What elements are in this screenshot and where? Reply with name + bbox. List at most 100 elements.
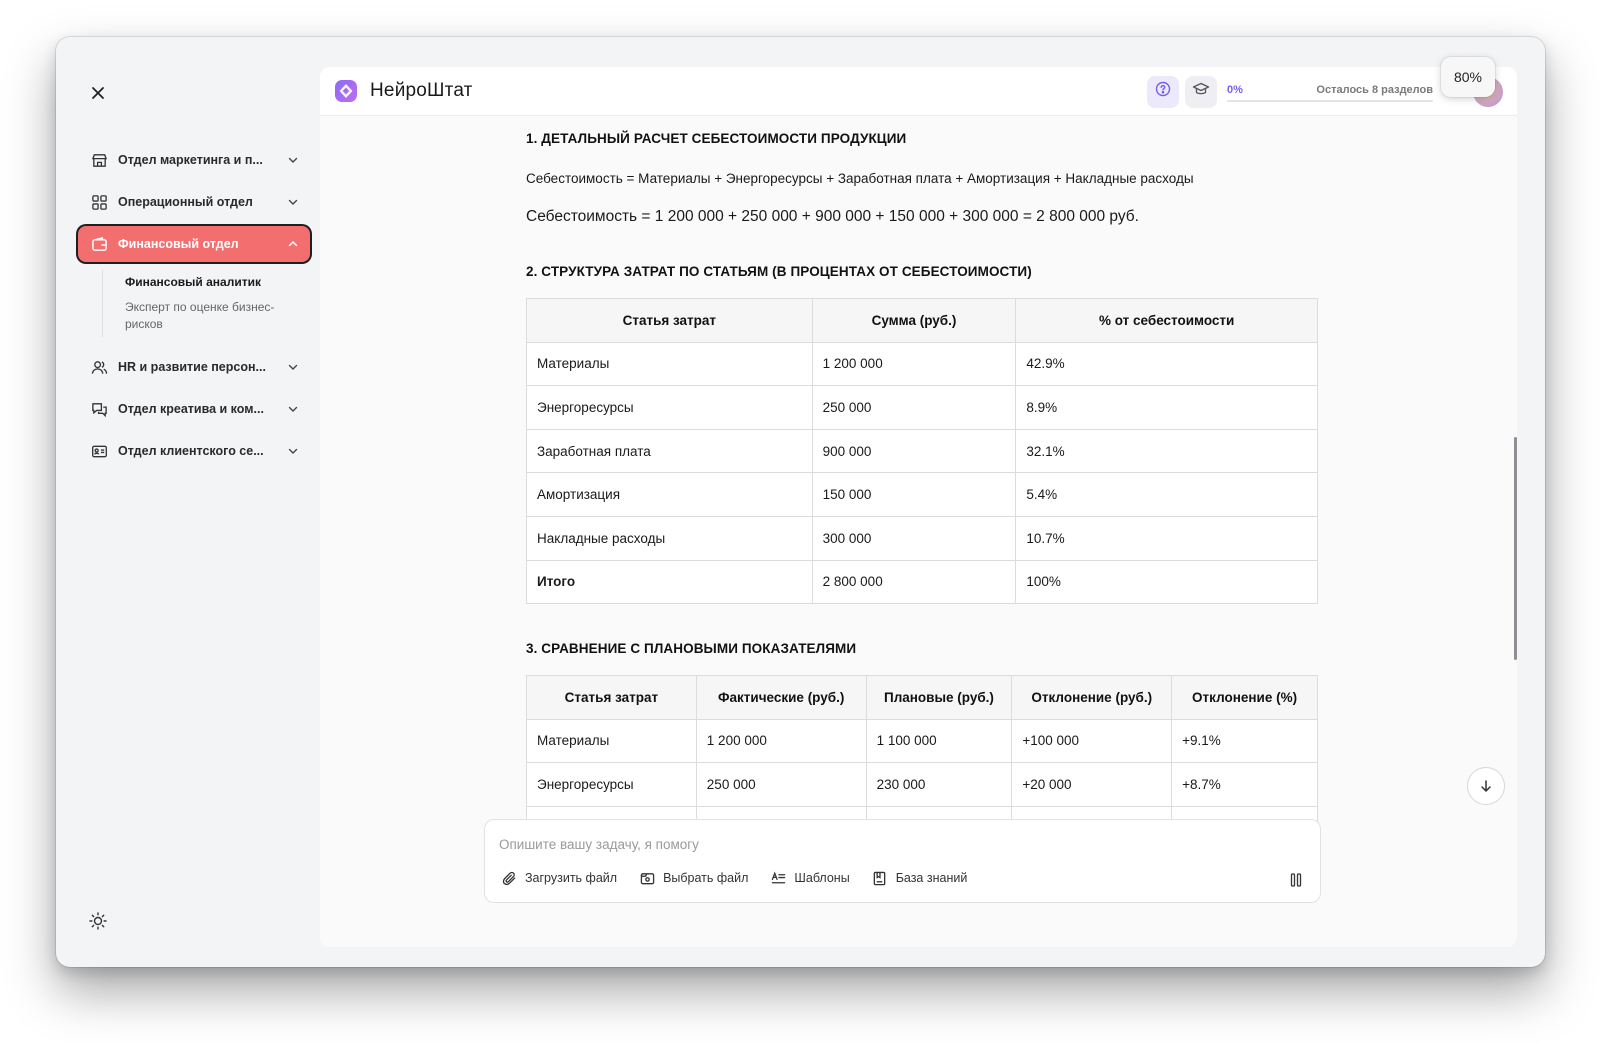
- table-header-row: Статья затрат Сумма (руб.) % от себестои…: [526, 298, 1318, 343]
- column-header: Отклонение (руб.): [1011, 675, 1173, 720]
- finance-subnav: Финансовый аналитик Эксперт по оценке би…: [102, 270, 310, 337]
- brand-name: НейроШтат: [370, 80, 473, 101]
- table-row: Материалы 1 200 000 1 100 000 +100 000 +9.1%: [526, 718, 1318, 764]
- table-cell: Заработная плата: [526, 428, 813, 474]
- sidebar-item-marketing[interactable]: Отдел маркетинга и п...: [78, 142, 310, 178]
- cost-structure-table: Статья затрат Сумма (руб.) % от себестои…: [526, 298, 1318, 605]
- section-title: 1. ДЕТАЛЬНЫЙ РАСЧЕТ СЕБЕСТОИМОСТИ ПРОДУК…: [526, 131, 907, 146]
- table-cell: 5.4%: [1015, 472, 1318, 517]
- sidebar-item-label: Отдел креатива и ком...: [118, 402, 264, 416]
- table-row: Амортизация 150 000 5.4%: [526, 472, 1318, 517]
- table-cell: Амортизация: [526, 472, 813, 517]
- progress-percent: 0%: [1227, 83, 1243, 96]
- table-cell: 2 800 000: [811, 559, 1017, 605]
- chevron-down-icon: [286, 195, 300, 209]
- table-row: Материалы 1 200 000 42.9%: [526, 341, 1318, 387]
- table-cell: 250 000: [695, 762, 867, 807]
- scroll-to-bottom-button[interactable]: [1467, 767, 1505, 805]
- table-cell: 1 100 000: [865, 718, 1013, 764]
- table-cell: 32.1%: [1015, 428, 1318, 474]
- sidebar-item-label: Операционный отдел: [118, 195, 253, 209]
- sidebar-item-label: Отдел маркетинга и п...: [118, 153, 263, 167]
- table-cell: 10.7%: [1015, 515, 1318, 561]
- sidebar-item-finance[interactable]: Финансовый отдел: [78, 226, 310, 262]
- chevron-down-icon: [286, 402, 300, 416]
- id-card-icon: [90, 442, 108, 460]
- top-bar: НейроШтат 0% Осталось 8 разделов: [320, 67, 1517, 116]
- knowledge-base-button[interactable]: База знаний: [872, 870, 968, 886]
- brand-logo-icon: [335, 80, 357, 102]
- message-composer: Загрузить файл Выбрать файл Шаблоны База…: [484, 819, 1321, 903]
- chevron-down-icon: [286, 444, 300, 458]
- brand[interactable]: НейроШтат: [334, 79, 473, 103]
- voice-input-button[interactable]: [1288, 872, 1304, 888]
- wallet-icon: [90, 235, 108, 253]
- section-title: 2. СТРУКТУРА ЗАТРАТ ПО СТАТЬЯМ (В ПРОЦЕН…: [526, 264, 1032, 279]
- knowledge-base-label: База знаний: [895, 871, 968, 885]
- chevron-down-icon: [286, 153, 300, 167]
- sidebar-item-label: Отдел клиентского се...: [118, 444, 264, 458]
- chevron-up-icon: [286, 237, 300, 251]
- table-cell: Накладные расходы: [526, 515, 813, 561]
- choose-file-button[interactable]: Выбрать файл: [639, 870, 748, 886]
- table-cell: +9.1%: [1171, 718, 1318, 764]
- column-header: Фактические (руб.): [695, 675, 867, 720]
- table-cell: Итого: [526, 559, 813, 605]
- upload-file-label: Загрузить файл: [525, 871, 618, 885]
- book-icon: [872, 870, 888, 886]
- zoom-level-badge[interactable]: 80%: [1441, 57, 1495, 97]
- templates-icon: [770, 870, 786, 886]
- table-row: Энергоресурсы 250 000 230 000 +20 000 +8.7%: [526, 762, 1318, 807]
- scrollbar[interactable]: [1514, 437, 1517, 660]
- table-cell: 900 000: [811, 428, 1017, 474]
- table-cell: 300 000: [811, 515, 1017, 561]
- table-row: Энергоресурсы 250 000 8.9%: [526, 385, 1318, 430]
- sidebar-item-operations[interactable]: Операционный отдел: [78, 184, 310, 220]
- section-title: 3. СРАВНЕНИЕ С ПЛАНОВЫМИ ПОКАЗАТЕЛЯМИ: [526, 641, 857, 656]
- table-row: Накладные расходы 300 000 10.7%: [526, 515, 1318, 561]
- help-button[interactable]: [1147, 75, 1179, 108]
- templates-label: Шаблоны: [794, 871, 850, 885]
- close-icon[interactable]: [86, 81, 110, 105]
- table-cell: 230 000: [865, 762, 1013, 807]
- table-cell: Энергоресурсы: [526, 762, 697, 807]
- sidebar-item-hr[interactable]: HR и развитие персон...: [78, 349, 310, 385]
- table-cell: 1 200 000: [811, 341, 1017, 387]
- table-cell: Материалы: [526, 718, 697, 764]
- sidebar-item-creative[interactable]: Отдел креатива и ком...: [78, 391, 310, 427]
- composer-actions: Загрузить файл Выбрать файл Шаблоны База…: [501, 870, 989, 886]
- pause-icon: [1290, 873, 1302, 887]
- progress-remaining: Осталось 8 разделов: [1316, 83, 1433, 96]
- table-cell: 100%: [1015, 559, 1318, 605]
- chat-icon: [90, 400, 108, 418]
- message-input[interactable]: [499, 834, 1279, 854]
- table-cell: 250 000: [811, 385, 1017, 430]
- store-icon: [90, 151, 108, 169]
- course-progress: 0% Осталось 8 разделов: [1227, 76, 1433, 108]
- table-cell: 150 000: [811, 472, 1017, 517]
- formula-calculation: Себестоимость = 1 200 000 + 250 000 + 90…: [526, 208, 1139, 225]
- sidebar-item-label: Финансовый отдел: [118, 237, 239, 251]
- subnav-item-risk-expert[interactable]: Эксперт по оценке бизнес-рисков: [125, 295, 310, 337]
- folder-icon: [639, 870, 655, 886]
- column-header: Сумма (руб.): [811, 298, 1017, 343]
- subnav-item-financial-analyst[interactable]: Финансовый аналитик: [125, 270, 310, 295]
- sun-icon[interactable]: [88, 911, 110, 933]
- sidebar-item-client-service[interactable]: Отдел клиентского се...: [78, 433, 310, 469]
- sidebar: Отдел маркетинга и п... Операционный отд…: [66, 47, 320, 957]
- table-cell: +100 000: [1011, 718, 1173, 764]
- app-window: Отдел маркетинга и п... Операционный отд…: [56, 37, 1545, 967]
- choose-file-label: Выбрать файл: [663, 871, 749, 885]
- column-header: Отклонение (%): [1171, 675, 1318, 720]
- column-header: Статья затрат: [526, 675, 697, 720]
- table-row: Заработная плата 900 000 32.1%: [526, 428, 1318, 474]
- learning-button[interactable]: [1185, 75, 1217, 108]
- help-circle-icon: [1155, 81, 1171, 102]
- table-header-row: Статья затрат Фактические (руб.) Плановы…: [526, 675, 1318, 720]
- upload-file-button[interactable]: Загрузить файл: [501, 870, 617, 886]
- formula-text: Себестоимость = Материалы + Энергоресурс…: [526, 171, 1194, 186]
- table-cell: 42.9%: [1015, 341, 1318, 387]
- table-cell: 8.9%: [1015, 385, 1318, 430]
- table-total-row: Итого 2 800 000 100%: [526, 559, 1318, 605]
- templates-button[interactable]: Шаблоны: [770, 870, 850, 886]
